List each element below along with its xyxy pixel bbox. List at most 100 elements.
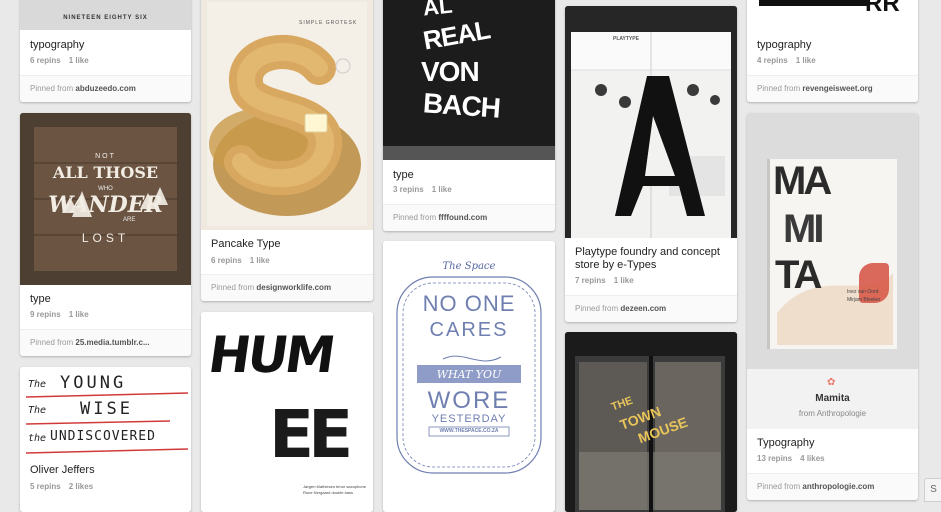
source-domain[interactable]: designworklife.com bbox=[256, 283, 331, 292]
image-line: LOST bbox=[81, 231, 130, 245]
image-line: NOT bbox=[95, 153, 116, 160]
storefront-illustration bbox=[565, 6, 737, 238]
pin-image[interactable]: NOT ALL THOSE WHO WANDER ARE LOST bbox=[20, 113, 191, 285]
pin-stats: 13 repins 4 likes bbox=[757, 454, 833, 463]
image-line: PLAYTYPE bbox=[613, 36, 639, 42]
image-line: NO ONE bbox=[422, 291, 516, 316]
pin-source[interactable]: Pinned from dezeen.com bbox=[565, 295, 737, 322]
image-line: MI bbox=[783, 207, 824, 251]
pin-card[interactable]: PLAYTYPE Playtype foundry and concept st… bbox=[565, 6, 737, 322]
pin-stats: 4 repins 1 like bbox=[757, 56, 824, 65]
pin-image[interactable]: The Space NO ONE CARES WHAT YOU WORE YES… bbox=[383, 241, 555, 491]
image-line: AL bbox=[421, 0, 454, 21]
pinned-from-label: Pinned from bbox=[393, 213, 437, 222]
image-line: The Space bbox=[442, 261, 496, 272]
image-line: VON bbox=[421, 56, 480, 87]
board-strip[interactable]: ✿ Mamita from Anthropologie bbox=[747, 369, 918, 429]
pin-card[interactable]: The YOUNG The WISE the UNDISCOVERED Oliv… bbox=[20, 367, 191, 512]
repin-count: 13 repins bbox=[757, 454, 793, 463]
ornate-frame-illustration bbox=[396, 276, 542, 474]
pin-card[interactable]: SIMPLE GROTESK Pancake Type 6 repins 1 li… bbox=[201, 0, 373, 301]
pancake-s-illustration bbox=[201, 0, 373, 230]
black-bar bbox=[759, 0, 869, 6]
pin-title[interactable]: Pancake Type bbox=[211, 238, 363, 251]
pin-card[interactable]: AL REAL VON BACH type 3 repins 1 like Pin… bbox=[383, 0, 555, 231]
image-line: WHAT YOU bbox=[436, 368, 502, 381]
pin-source[interactable]: Pinned from ffffound.com bbox=[383, 204, 555, 231]
pin-card[interactable]: HUM EE Jørgen Mathiesen tenor saxophone … bbox=[201, 312, 373, 512]
image-line: Jørgen Mathiesen tenor saxophone bbox=[303, 484, 366, 489]
pin-image[interactable]: PLAYTYPE bbox=[565, 6, 737, 238]
board-name[interactable]: Mamita bbox=[747, 393, 918, 404]
pinned-from-label: Pinned from bbox=[575, 304, 619, 313]
repin-count: 4 repins bbox=[757, 56, 788, 65]
pin-title[interactable]: typography bbox=[757, 39, 908, 52]
repin-count: 9 repins bbox=[30, 310, 61, 319]
like-count: 1 like bbox=[68, 56, 89, 65]
pin-title[interactable]: type bbox=[393, 169, 545, 182]
pin-image[interactable]: NINETEEN EIGHTY SIX bbox=[20, 0, 191, 30]
pin-source[interactable]: Pinned from revengeisweet.org bbox=[747, 75, 918, 102]
pin-title[interactable]: Playtype foundry and concept store by e-… bbox=[575, 246, 727, 272]
image-line: Mirjam Bleeker bbox=[847, 297, 881, 303]
flower-icon: ✿ bbox=[827, 377, 836, 388]
pin-title[interactable]: type bbox=[30, 293, 181, 306]
source-domain[interactable]: revengeisweet.org bbox=[802, 84, 872, 93]
image-line: ARE bbox=[123, 217, 136, 223]
pin-source[interactable]: Pinned from designworklife.com bbox=[201, 274, 373, 301]
image-line: REAL bbox=[420, 14, 492, 56]
repin-count: 3 repins bbox=[393, 185, 424, 194]
pin-card[interactable]: RR typography 4 repins 1 like Pinned from… bbox=[747, 0, 918, 102]
pin-source[interactable]: Pinned from anthropologie.com bbox=[747, 473, 918, 500]
image-line: CARES bbox=[429, 319, 509, 341]
image-line: YESTERDAY bbox=[431, 413, 507, 425]
pin-card[interactable]: NINETEEN EIGHTY SIX typography 6 repins 1… bbox=[20, 0, 191, 102]
image-line: EE bbox=[269, 396, 353, 473]
like-count: 4 likes bbox=[800, 454, 825, 463]
pin-stats: 5 repins 2 likes bbox=[30, 482, 101, 491]
pin-card[interactable]: NOT ALL THOSE WHO WANDER ARE LOST type 9… bbox=[20, 113, 191, 356]
pin-image[interactable]: SIMPLE GROTESK bbox=[201, 0, 373, 230]
image-line: WORE bbox=[427, 387, 511, 414]
source-domain[interactable]: dezeen.com bbox=[620, 304, 666, 313]
pinned-from-label: Pinned from bbox=[211, 283, 255, 292]
repin-count: 6 repins bbox=[30, 56, 61, 65]
image-line: HUM bbox=[204, 326, 337, 384]
gray-floor bbox=[383, 146, 555, 160]
pin-image[interactable]: THE TOWN MOUSE bbox=[565, 332, 737, 512]
red-underline-strokes bbox=[25, 392, 189, 454]
pin-image[interactable]: RR bbox=[747, 0, 918, 30]
image-line: TA bbox=[775, 253, 822, 297]
pin-title[interactable]: Oliver Jeffers bbox=[30, 464, 181, 477]
source-domain[interactable]: anthropologie.com bbox=[802, 482, 874, 491]
pin-card[interactable]: The Space NO ONE CARES WHAT YOU WORE YES… bbox=[383, 241, 555, 512]
pin-image[interactable]: HUM EE Jørgen Mathiesen tenor saxophone … bbox=[201, 312, 373, 512]
like-count: 1 like bbox=[431, 185, 452, 194]
pin-image[interactable]: MA MI TA Inez van Oord Mirjam Bleeker bbox=[747, 113, 918, 369]
image-line: WANDER bbox=[48, 192, 163, 218]
image-line: Inez van Oord bbox=[847, 289, 879, 295]
source-domain[interactable]: 25.media.tumblr.c... bbox=[75, 338, 149, 347]
edge-tab[interactable]: S bbox=[924, 478, 941, 502]
like-count: 1 like bbox=[795, 56, 816, 65]
pin-image[interactable]: AL REAL VON BACH bbox=[383, 0, 555, 160]
pin-image[interactable]: The YOUNG The WISE the UNDISCOVERED bbox=[20, 367, 191, 459]
source-domain[interactable]: abduzeedo.com bbox=[75, 84, 135, 93]
repin-count: 6 repins bbox=[211, 256, 242, 265]
image-line: BACH bbox=[422, 87, 501, 124]
like-count: 1 like bbox=[613, 276, 634, 285]
pin-source[interactable]: Pinned from 25.media.tumblr.c... bbox=[20, 329, 191, 356]
pin-card[interactable]: MA MI TA Inez van Oord Mirjam Bleeker ✿ … bbox=[747, 113, 918, 500]
pin-title[interactable]: typography bbox=[30, 39, 181, 52]
image-line: ALL THOSE bbox=[52, 163, 159, 182]
like-count: 2 likes bbox=[68, 482, 94, 491]
pin-title[interactable]: Typography bbox=[757, 437, 908, 450]
like-count: 1 like bbox=[68, 310, 89, 319]
pin-image-text: NINETEEN EIGHTY SIX bbox=[63, 15, 148, 21]
pin-card[interactable]: THE TOWN MOUSE bbox=[565, 332, 737, 512]
pin-stats: 6 repins 1 like bbox=[30, 56, 97, 65]
source-domain[interactable]: ffffound.com bbox=[438, 213, 487, 222]
pin-stats: 7 repins 1 like bbox=[575, 276, 642, 285]
image-line: SIMPLE GROTESK bbox=[299, 20, 358, 26]
pin-source[interactable]: Pinned from abduzeedo.com bbox=[20, 75, 191, 102]
